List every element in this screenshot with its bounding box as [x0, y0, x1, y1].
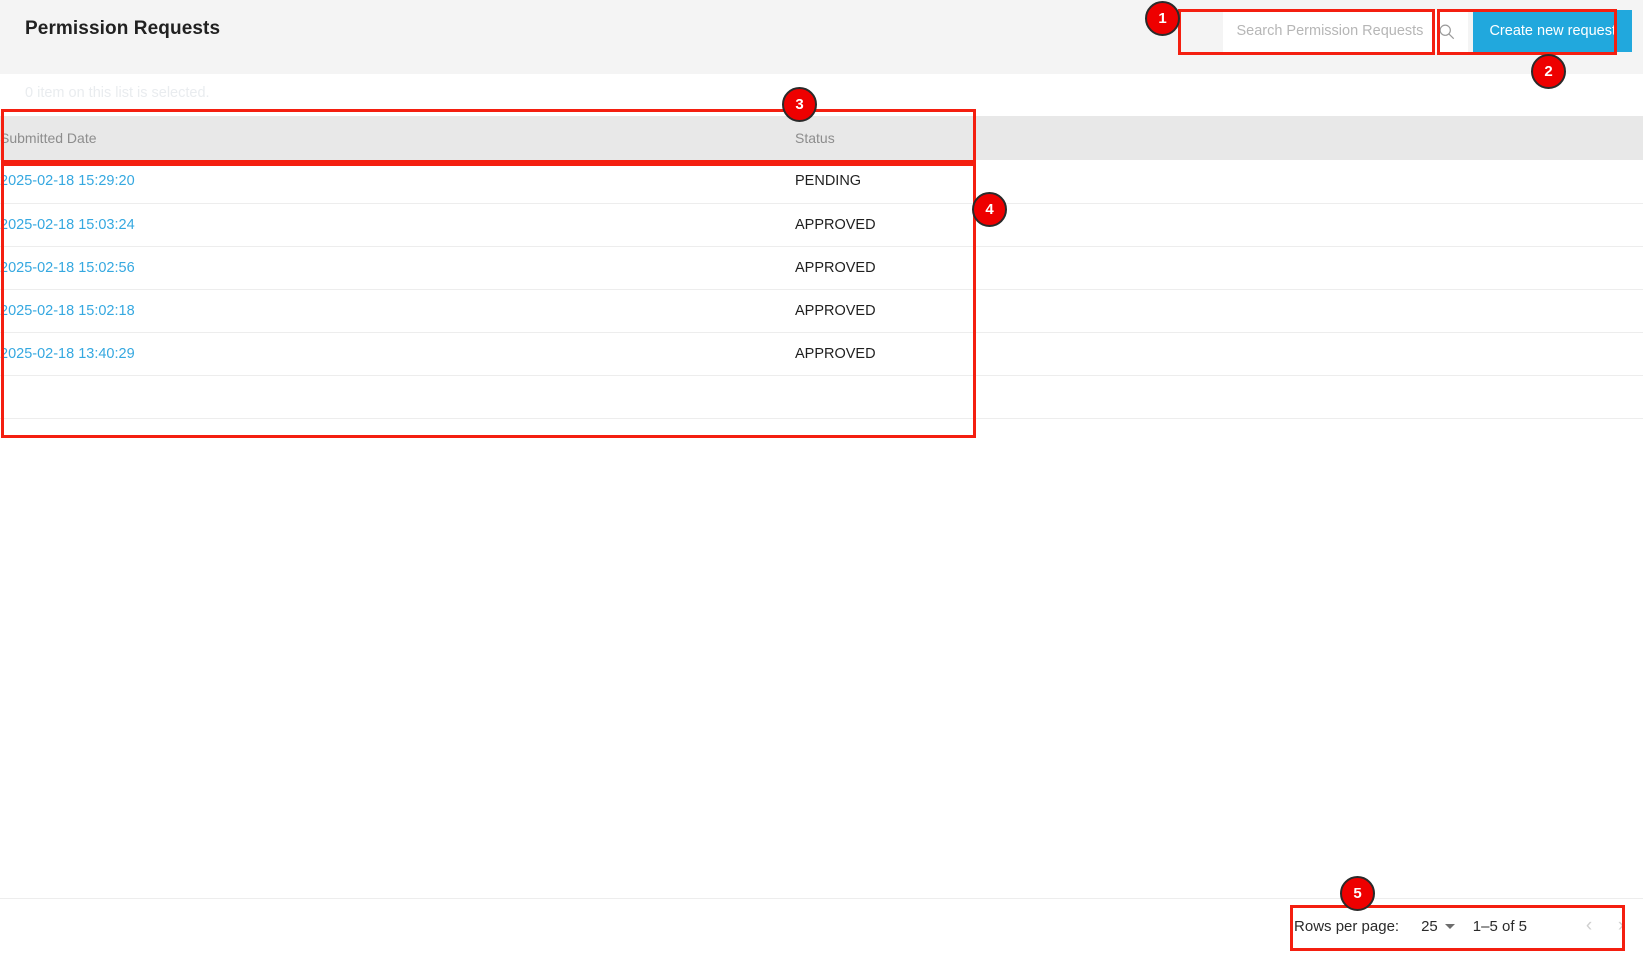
cell-spacer — [935, 289, 1643, 332]
column-header-submitted-date[interactable]: Submitted Date — [0, 116, 795, 160]
cell-status: APPROVED — [795, 216, 876, 233]
cell-submitted-date: 2025-02-18 15:03:24 — [0, 203, 795, 246]
submitted-date-link[interactable]: 2025-02-18 15:02:56 — [0, 260, 135, 276]
selection-bar: 0 item on this list is selected. — [0, 74, 1643, 116]
submitted-date-link[interactable]: 2025-02-18 15:03:24 — [0, 217, 135, 233]
search-box[interactable] — [1223, 10, 1469, 52]
cell-submitted-date: 2025-02-18 15:02:18 — [0, 289, 795, 332]
cell-status: APPROVED — [795, 302, 876, 319]
submitted-date-link[interactable]: 2025-02-18 15:02:18 — [0, 303, 135, 319]
cell-submitted-date: 2025-02-18 15:02:56 — [0, 246, 795, 289]
page-title: Permission Requests — [25, 18, 221, 39]
cell-status: APPROVED — [795, 345, 876, 362]
column-header-spacer — [935, 116, 1643, 160]
cell-spacer — [935, 160, 1643, 203]
paginator: Rows per page: 25 1–5 of 5 ‹ › — [1294, 899, 1637, 953]
search-input[interactable] — [1236, 23, 1437, 39]
next-page-button[interactable]: › — [1605, 910, 1637, 942]
selection-status-text: 0 item on this list is selected. — [25, 85, 210, 101]
cell-spacer — [935, 203, 1643, 246]
cell-spacer — [935, 246, 1643, 289]
rows-per-page-value[interactable]: 25 — [1421, 918, 1438, 935]
column-header-status[interactable]: Status — [795, 116, 935, 160]
cell-status: APPROVED — [795, 259, 876, 276]
table-row[interactable]: 2025-02-18 15:02:18 APPROVED — [0, 289, 1643, 332]
cell-status: PENDING — [795, 173, 862, 190]
pagination-range-label: 1–5 of 5 — [1472, 917, 1527, 935]
table-row[interactable]: 2025-02-18 15:03:24 APPROVED — [0, 203, 1643, 246]
table-header: Submitted Date Status — [0, 116, 1643, 160]
table-row[interactable]: 2025-02-18 15:02:56 APPROVED — [0, 246, 1643, 289]
header-actions: Create new request — [1223, 10, 1632, 52]
table-row[interactable]: 2025-02-18 15:29:20 PENDING — [0, 160, 1643, 203]
search-icon[interactable] — [1438, 23, 1455, 40]
table-body: 2025-02-18 15:29:20 PENDING 2025-02-18 1… — [0, 160, 1643, 418]
permission-requests-table: Submitted Date Status 2025-02-18 15:29:2… — [0, 116, 1643, 419]
chevron-down-icon[interactable] — [1444, 923, 1455, 929]
table-footer: Rows per page: 25 1–5 of 5 ‹ › — [0, 898, 1643, 953]
rows-per-page-label: Rows per page: — [1294, 917, 1400, 935]
table-header-row: Submitted Date Status — [0, 116, 1643, 160]
cell-spacer — [935, 332, 1643, 375]
cell-submitted-date: 2025-02-18 15:29:20 — [0, 160, 795, 203]
table-row[interactable]: 2025-02-18 13:40:29 APPROVED — [0, 332, 1643, 375]
cell-submitted-date: 2025-02-18 13:40:29 — [0, 332, 795, 375]
create-new-request-button[interactable]: Create new request — [1473, 10, 1632, 52]
app-header: Permission Requests Create new request — [0, 0, 1643, 74]
submitted-date-link[interactable]: 2025-02-18 15:29:20 — [0, 173, 135, 189]
previous-page-button[interactable]: ‹ — [1573, 910, 1605, 942]
permission-requests-table-container: Submitted Date Status 2025-02-18 15:29:2… — [0, 116, 1643, 419]
submitted-date-link[interactable]: 2025-02-18 13:40:29 — [0, 346, 135, 362]
table-filler-row — [0, 375, 1643, 418]
